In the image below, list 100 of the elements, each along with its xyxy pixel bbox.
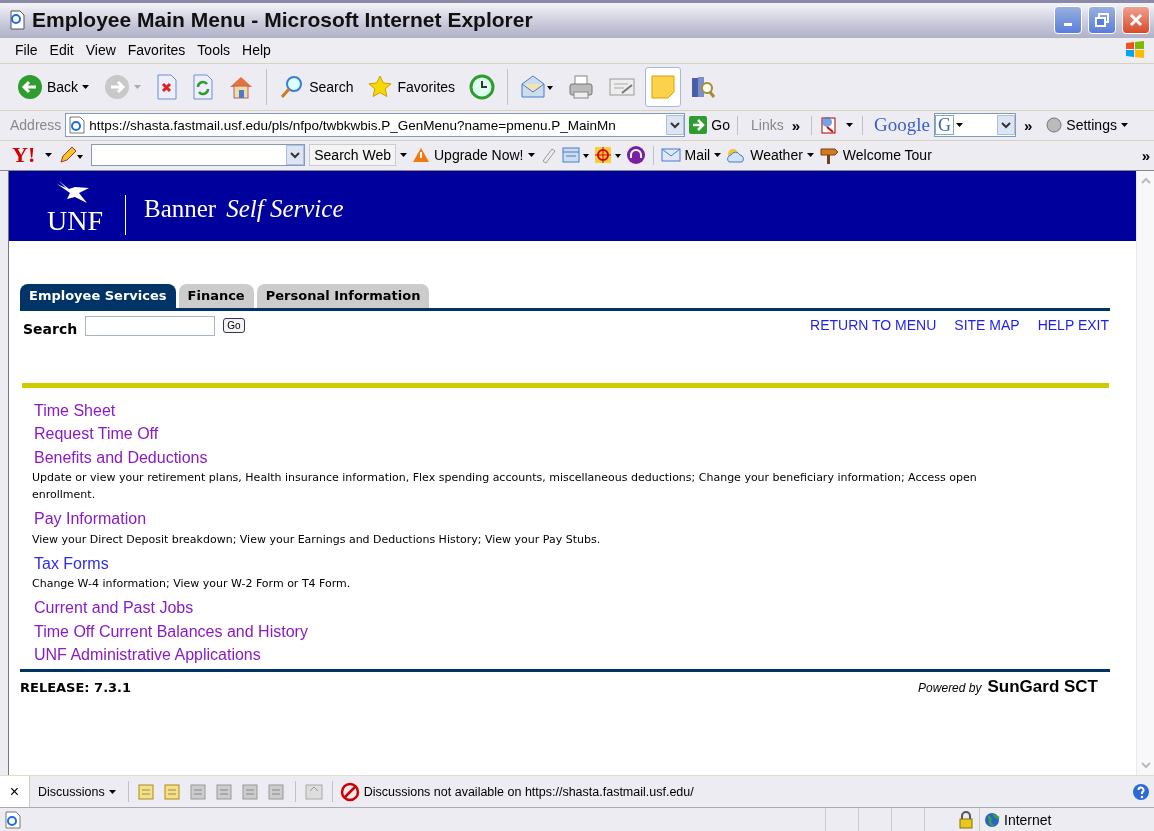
window-title: Employee Main Menu - Microsoft Internet Explorer bbox=[32, 8, 533, 33]
back-button[interactable]: Back bbox=[12, 66, 96, 107]
panel-icon[interactable] bbox=[302, 781, 325, 802]
dropdown-caret-icon bbox=[134, 83, 143, 90]
dropdown-button[interactable] bbox=[666, 115, 685, 136]
go-button[interactable]: Go bbox=[689, 116, 731, 135]
mail-button[interactable]: Mail bbox=[660, 147, 711, 164]
restore-icon bbox=[1095, 13, 1109, 28]
menu-link[interactable]: Request Time Off bbox=[33, 422, 159, 446]
google-logo: Google bbox=[874, 114, 930, 137]
nav-link[interactable]: RETURN TO MENU bbox=[810, 316, 937, 333]
dropdown-caret-icon bbox=[714, 152, 723, 159]
close-button[interactable]: × bbox=[0, 776, 30, 808]
ie-page-icon bbox=[4, 810, 22, 829]
search-field[interactable] bbox=[91, 144, 306, 167]
more-chevron[interactable]: » bbox=[1024, 116, 1033, 134]
tab[interactable]: Finance bbox=[178, 283, 254, 308]
discussions-button[interactable]: Discussions bbox=[34, 784, 121, 799]
dropdown-caret-icon bbox=[45, 152, 54, 159]
tab[interactable]: Employee Services bbox=[20, 283, 176, 308]
search-web-button[interactable]: Search Web bbox=[309, 144, 396, 167]
nav-link[interactable]: SITE MAP bbox=[954, 316, 1020, 333]
dropdown-caret-icon bbox=[108, 788, 117, 795]
menu-item[interactable]: Tools bbox=[194, 42, 234, 59]
globe-icon bbox=[984, 811, 1000, 828]
unf-logo: UNF bbox=[47, 205, 103, 236]
pencil-icon[interactable] bbox=[57, 145, 84, 166]
star-icon bbox=[367, 73, 394, 100]
upgrade-button[interactable]: Upgrade Now! bbox=[412, 147, 524, 164]
chevron-down-icon bbox=[290, 151, 301, 159]
menu-item[interactable]: Help bbox=[239, 42, 274, 59]
headphones-icon[interactable] bbox=[625, 145, 646, 166]
warning-icon bbox=[412, 147, 430, 164]
more-chevron[interactable]: » bbox=[1141, 146, 1150, 164]
menu-item[interactable]: View bbox=[82, 42, 119, 59]
dropdown-caret-icon bbox=[845, 122, 856, 129]
chevron-down-icon bbox=[1001, 121, 1011, 129]
menu-link[interactable]: Time Off Current Balances and History bbox=[33, 619, 308, 644]
discussions-message: Discussions not available on https://shasta.fastmail.usf.edu/ bbox=[363, 784, 694, 799]
welcome-tour-button[interactable]: Welcome Tour bbox=[818, 146, 932, 165]
cloud-icon bbox=[726, 147, 747, 164]
url-text: https://shasta.fastmail.usf.edu/pls/nfpo/twbkwbis.P_GenMenu?name=pmenu.P_MainMn bbox=[89, 117, 617, 133]
menu-link[interactable]: UNF Administrative Applications bbox=[33, 643, 261, 667]
help-icon[interactable] bbox=[1132, 782, 1150, 801]
mail-envelope-icon bbox=[520, 73, 555, 100]
menu-item[interactable]: File bbox=[12, 42, 41, 59]
stop-page-icon bbox=[156, 73, 179, 100]
menu-item[interactable]: Favorites bbox=[124, 42, 189, 59]
dropdown-caret-icon bbox=[1120, 122, 1129, 129]
more-chevron[interactable]: » bbox=[791, 116, 801, 134]
sticky-note-icon bbox=[650, 73, 677, 100]
dropdown-caret-icon bbox=[527, 152, 536, 159]
release-label: RELEASE: 7.3.1 bbox=[20, 679, 132, 695]
window-list-icon[interactable] bbox=[561, 146, 590, 165]
dropdown-caret-icon bbox=[806, 152, 815, 159]
address-label: Address bbox=[10, 117, 62, 134]
menu-link[interactable]: Tax Forms bbox=[33, 551, 109, 576]
powered-by-label: Powered by bbox=[918, 680, 982, 695]
history-clock-icon bbox=[469, 73, 496, 100]
close-button[interactable] bbox=[1122, 6, 1150, 35]
yahoo-logo[interactable]: Y! bbox=[12, 142, 36, 169]
target-icon[interactable] bbox=[593, 146, 622, 165]
padlock-icon bbox=[957, 810, 975, 829]
menu-item[interactable]: Edit bbox=[46, 42, 77, 59]
menu-description: Update or view your retirement plans, Health insurance information, Flex spending accounts, miscellaneous deductions; Change your beneficiary information; Access open enrollment. bbox=[32, 470, 978, 504]
tab[interactable]: Personal Information bbox=[256, 283, 430, 308]
ie-page-icon bbox=[8, 10, 26, 31]
search-label: Search bbox=[23, 320, 78, 337]
minimize-button[interactable] bbox=[1054, 6, 1082, 35]
google-search-field[interactable]: G bbox=[934, 113, 1016, 138]
go-arrow-icon bbox=[689, 116, 708, 135]
refresh-page-icon bbox=[192, 73, 215, 100]
search-field[interactable] bbox=[85, 315, 216, 336]
close-icon bbox=[1129, 13, 1143, 28]
favorites-button[interactable]: Favorites bbox=[362, 66, 461, 107]
minimize-icon bbox=[1064, 22, 1072, 26]
envelope-icon bbox=[660, 148, 681, 163]
dropdown-caret-icon bbox=[956, 122, 964, 129]
menu-link[interactable]: Current and Past Jobs bbox=[33, 596, 194, 620]
menu-link[interactable]: Time Sheet bbox=[33, 398, 116, 423]
menu-link[interactable]: Pay Information bbox=[33, 507, 147, 531]
search-button[interactable]: Search bbox=[274, 66, 359, 107]
restore-button[interactable] bbox=[1088, 6, 1116, 35]
banner-title: Banner bbox=[144, 194, 217, 223]
chevron-down-icon bbox=[670, 121, 681, 129]
dropdown-caret-icon bbox=[400, 152, 408, 159]
sungard-logo: SunGard SCT bbox=[987, 676, 1098, 697]
ie-page-icon bbox=[68, 116, 87, 135]
nav-link[interactable]: HELP EXIT bbox=[1037, 316, 1109, 333]
settings-button[interactable]: Settings bbox=[1046, 117, 1129, 134]
zone-label: Internet bbox=[1004, 811, 1053, 828]
menu-description: Change W-4 information; View your W-2 Form or T4 Form. bbox=[32, 576, 351, 593]
printer-icon bbox=[568, 73, 595, 100]
menu-link[interactable]: Benefits and Deductions bbox=[33, 445, 208, 470]
address-field[interactable]: https://shasta.fastmail.usf.edu/pls/nfpo/twbkwbis.P_GenMenu?name=pmenu.P_MainMn bbox=[65, 113, 686, 138]
go-button[interactable]: Go bbox=[223, 318, 245, 334]
circle-icon bbox=[1046, 117, 1063, 134]
weather-button[interactable]: Weather bbox=[726, 147, 803, 164]
signpost-icon bbox=[818, 146, 839, 165]
scrollbar[interactable] bbox=[1136, 170, 1154, 776]
